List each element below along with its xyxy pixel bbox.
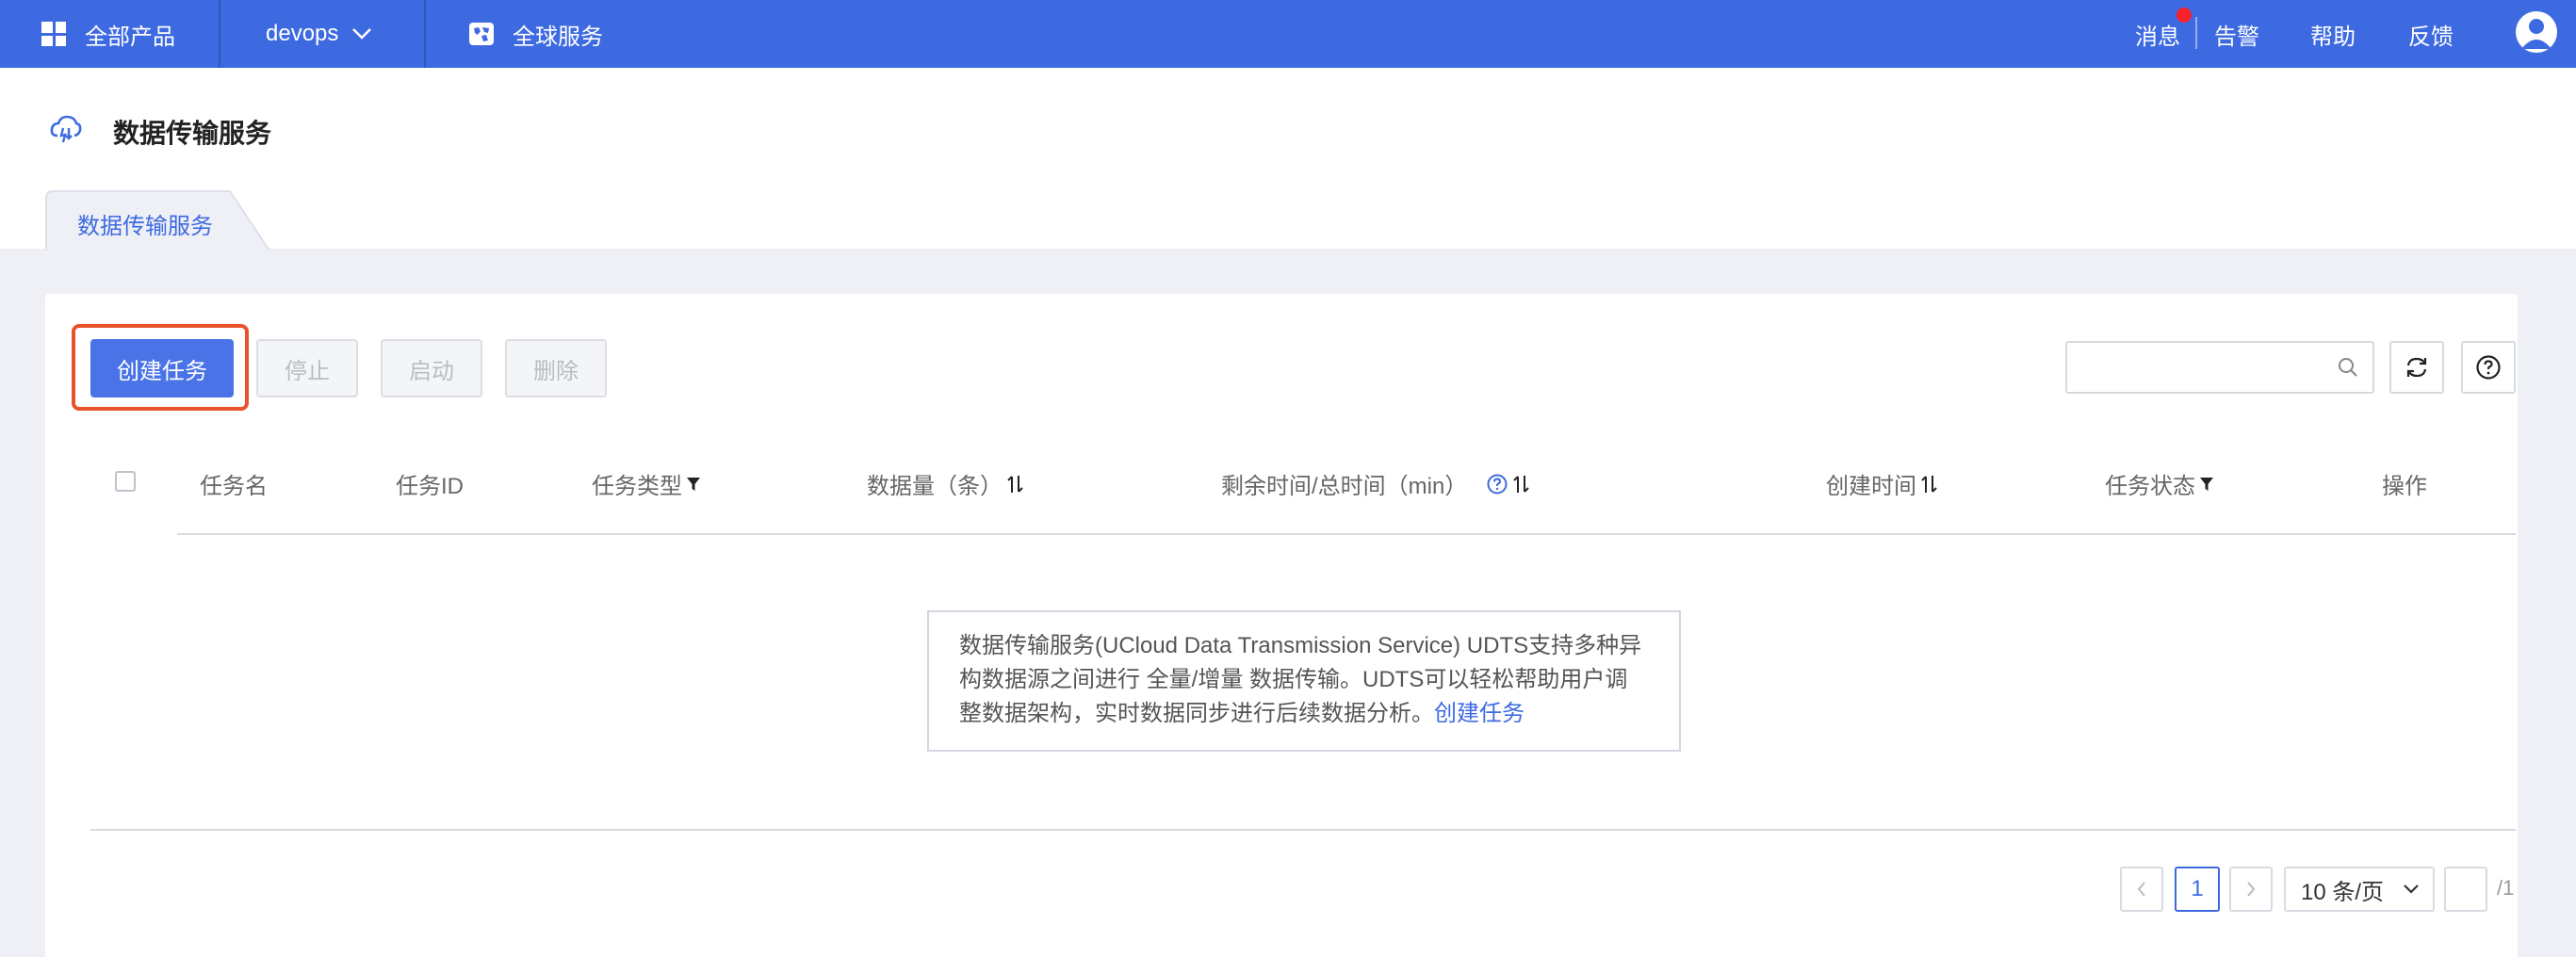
column-header-task-id: 任务ID <box>396 467 464 500</box>
filter-icon[interactable] <box>2199 476 2214 493</box>
all-products-label: 全部产品 <box>85 24 175 50</box>
globe-map-icon <box>469 23 494 45</box>
search-icon[interactable] <box>2337 356 2359 379</box>
chevron-down-icon <box>352 28 372 40</box>
column-label: 任务状态 <box>2105 474 2195 499</box>
divider <box>219 0 220 68</box>
project-label: devops <box>266 21 339 46</box>
column-label: 任务类型 <box>592 474 682 499</box>
column-label: 剩余时间/总时间（min） <box>1221 474 1468 499</box>
page-size-select[interactable]: 10 条/页 <box>2284 867 2435 912</box>
create-task-button[interactable]: 创建任务 <box>90 339 234 397</box>
tab-data-transmission[interactable]: 数据传输服务 <box>45 190 271 251</box>
help-link[interactable]: 帮助 <box>2310 0 2356 68</box>
total-pages: /1 <box>2497 876 2515 900</box>
description-line: 数据传输服务(UCloud Data Transmission Service)… <box>959 633 1642 658</box>
column-header-remaining-time[interactable]: 剩余时间/总时间（min） <box>1221 467 1531 500</box>
feedback-link[interactable]: 反馈 <box>2408 0 2454 68</box>
table-header-divider <box>177 533 2516 535</box>
page-number-button[interactable]: 1 <box>2175 867 2220 912</box>
page-title: 数据传输服务 <box>113 119 272 148</box>
question-circle-icon <box>2476 355 2501 380</box>
tab-label: 数据传输服务 <box>77 214 213 239</box>
project-selector[interactable]: devops <box>266 0 372 68</box>
search-box <box>2065 341 2374 394</box>
refresh-button[interactable] <box>2389 341 2444 394</box>
all-products-menu[interactable]: 全部产品 <box>41 0 175 68</box>
divider <box>424 0 426 68</box>
global-service-label: 全球服务 <box>513 24 603 50</box>
page-header: 数据传输服务 数据传输服务 <box>0 68 2576 251</box>
column-header-task-status[interactable]: 任务状态 <box>2105 467 2214 500</box>
top-nav-bar: 全部产品 devops 全球服务 消息 告警 帮助 反馈 <box>0 0 2576 68</box>
stop-button[interactable]: 停止 <box>256 339 358 397</box>
empty-state-description: 数据传输服务(UCloud Data Transmission Service)… <box>927 610 1681 752</box>
chevron-down-icon <box>2404 884 2419 894</box>
grid-icon <box>41 22 66 46</box>
user-avatar[interactable] <box>2516 11 2557 53</box>
help-button[interactable] <box>2461 341 2516 394</box>
page-jump-box <box>2444 867 2487 912</box>
cloud-transfer-icon <box>50 115 82 143</box>
description-line: 整数据架构，实时数据同步进行后续数据分析。 <box>959 701 1434 726</box>
task-list-card: 创建任务 停止 启动 删除 任务名 任务ID 任务类型 数据量（条） 剩余时间/… <box>45 294 2518 957</box>
search-input[interactable] <box>2079 343 2323 392</box>
messages-label: 消息 <box>2135 24 2180 50</box>
refresh-icon <box>2406 357 2427 378</box>
chevron-right-icon <box>2247 882 2256 897</box>
prev-page-button[interactable] <box>2120 867 2163 912</box>
next-page-button[interactable] <box>2229 867 2273 912</box>
sort-icon[interactable] <box>1006 474 1025 495</box>
global-service-menu[interactable]: 全球服务 <box>467 0 603 68</box>
delete-button[interactable]: 删除 <box>505 339 607 397</box>
start-button[interactable]: 启动 <box>381 339 482 397</box>
table-footer-divider <box>90 829 2516 831</box>
question-circle-icon[interactable] <box>1486 473 1508 495</box>
divider <box>2195 17 2197 49</box>
column-label: 任务ID <box>396 474 464 499</box>
column-header-data-volume[interactable]: 数据量（条） <box>867 467 1025 500</box>
messages-link[interactable]: 消息 <box>2135 0 2180 68</box>
filter-icon[interactable] <box>686 476 701 493</box>
sort-icon[interactable] <box>1920 474 1939 495</box>
column-header-created-time[interactable]: 创建时间 <box>1826 467 1939 500</box>
create-task-link[interactable]: 创建任务 <box>1434 701 1524 726</box>
column-header-task-type[interactable]: 任务类型 <box>592 467 701 500</box>
column-label: 操作 <box>2382 474 2427 499</box>
column-header-actions: 操作 <box>2382 467 2427 500</box>
feedback-label: 反馈 <box>2408 24 2454 50</box>
column-label: 任务名 <box>200 474 268 499</box>
help-label: 帮助 <box>2310 24 2356 50</box>
page-jump-input[interactable] <box>2447 870 2485 908</box>
alerts-link[interactable]: 告警 <box>2214 0 2259 68</box>
user-icon <box>2521 19 2552 49</box>
page-size-label: 10 条/页 <box>2301 879 2385 905</box>
chevron-left-icon <box>2137 882 2145 897</box>
alerts-label: 告警 <box>2214 24 2259 50</box>
description-line: 构数据源之间进行 全量/增量 数据传输。UDTS可以轻松帮助用户调 <box>959 667 1628 692</box>
notification-badge-dot <box>2177 8 2192 23</box>
select-all-checkbox[interactable] <box>115 471 136 492</box>
sort-icon[interactable] <box>1512 474 1531 495</box>
column-label: 数据量（条） <box>867 474 1003 499</box>
column-header-task-name: 任务名 <box>200 467 268 500</box>
column-label: 创建时间 <box>1826 474 1916 499</box>
